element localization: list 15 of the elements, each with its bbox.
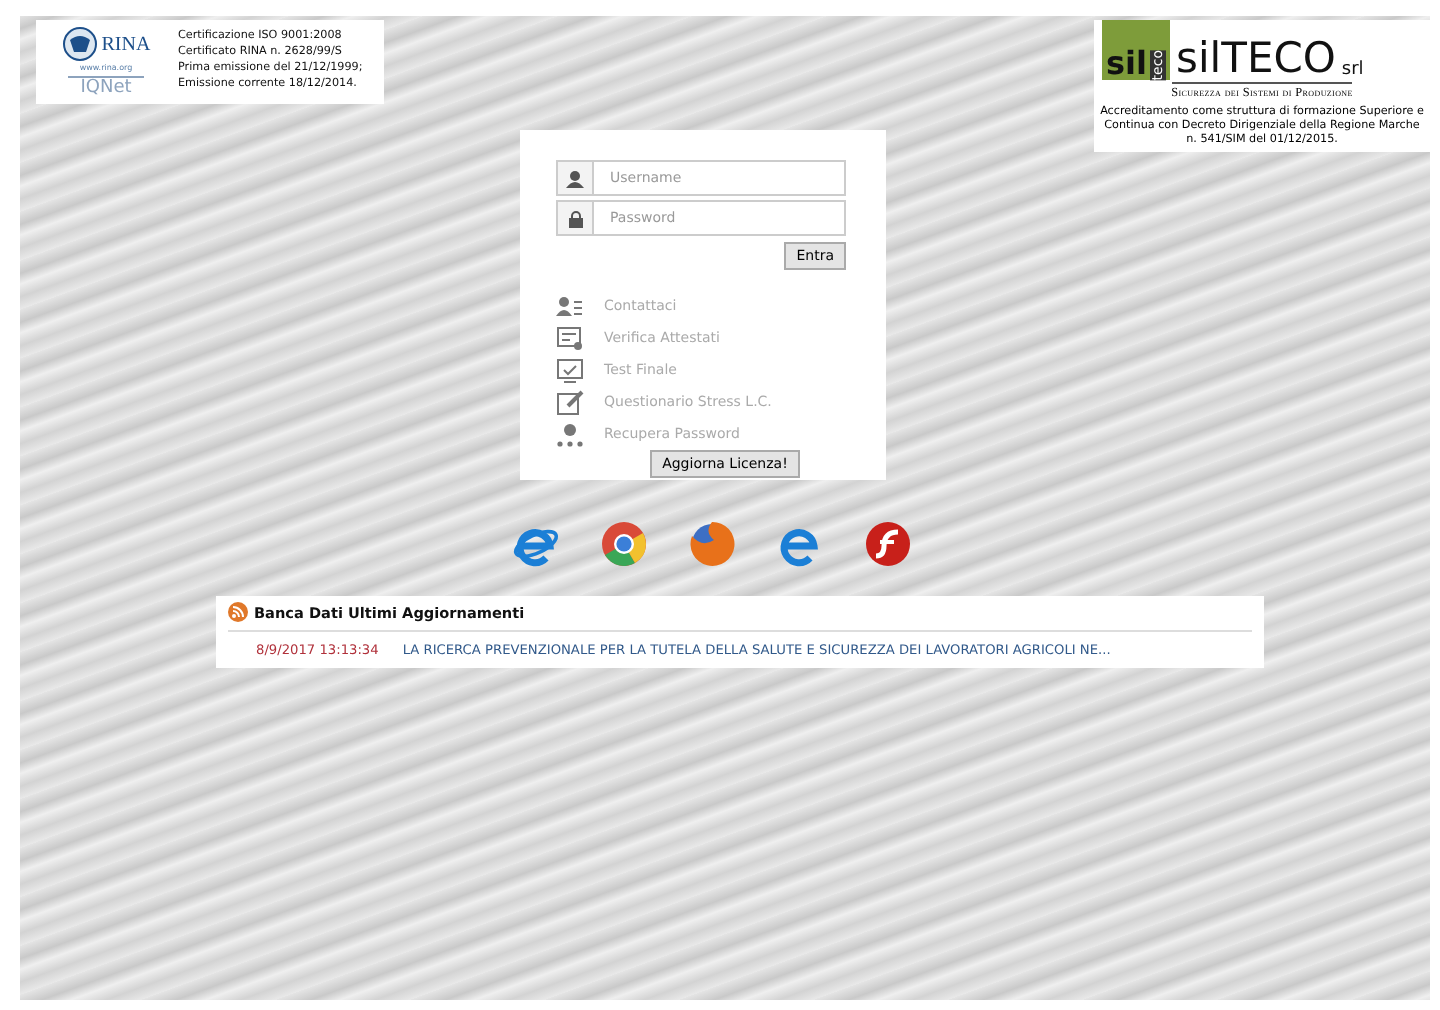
- edit-icon: [556, 389, 584, 415]
- monitor-icon: [556, 357, 584, 383]
- lock-icon: [556, 200, 592, 236]
- logo-subtext: IQNet: [68, 76, 144, 98]
- emblem-icon: [61, 26, 98, 62]
- user-icon: [556, 160, 592, 196]
- contact-icon: [556, 293, 584, 319]
- chrome-browser-icon[interactable]: [599, 520, 647, 568]
- certificate-icon: [556, 325, 584, 351]
- logo-name: silTECO: [1176, 36, 1336, 80]
- rss-icon: [228, 602, 248, 622]
- flash-player-icon[interactable]: [863, 520, 911, 568]
- logo-suffix: srl: [1341, 60, 1364, 80]
- logo-text: RINA: [101, 33, 151, 55]
- firefox-browser-icon[interactable]: [687, 520, 735, 568]
